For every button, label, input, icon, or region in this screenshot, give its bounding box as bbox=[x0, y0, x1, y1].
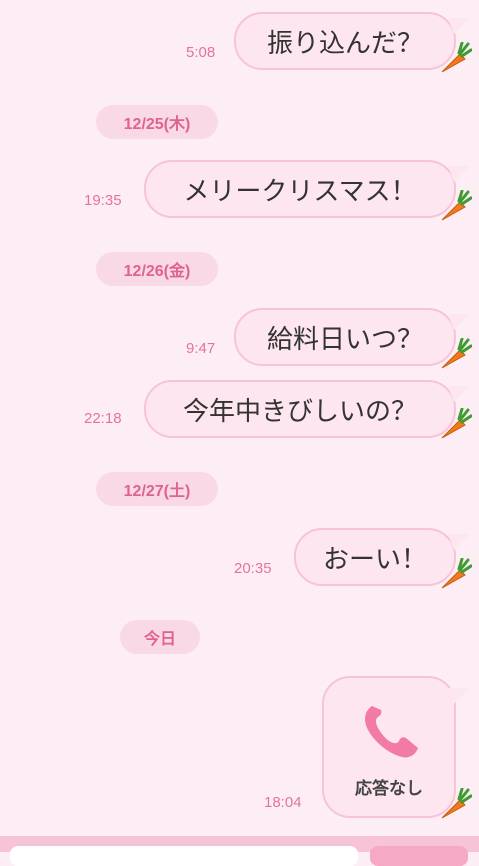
bubble-tail bbox=[448, 314, 470, 330]
carrot-icon bbox=[441, 42, 472, 73]
message-time: 20:35 bbox=[234, 560, 272, 577]
message-time: 19:35 bbox=[84, 192, 122, 209]
message-bubble[interactable]: 給料日いつ？ bbox=[234, 308, 470, 366]
bubble-tail bbox=[448, 386, 470, 402]
message-text: おーい！ bbox=[322, 544, 427, 575]
bubble-tail bbox=[448, 534, 470, 550]
message-text: 振り込んだ？ bbox=[266, 28, 423, 59]
carrot-icon bbox=[441, 408, 472, 439]
carrot-icon bbox=[441, 338, 472, 369]
message-text: メリークリスマス！ bbox=[183, 176, 417, 207]
missed-call-bubble[interactable]: 応答なし bbox=[322, 676, 470, 818]
message-bubble[interactable]: おーい！ bbox=[294, 528, 470, 586]
input-bar bbox=[0, 836, 479, 866]
call-status: 応答なし bbox=[355, 778, 423, 799]
carrot-icon bbox=[441, 190, 472, 221]
date-separator: 12/25(木) bbox=[96, 105, 218, 139]
message-time: 9:47 bbox=[186, 340, 216, 357]
send-button[interactable] bbox=[370, 846, 468, 866]
bubble-tail bbox=[448, 688, 470, 704]
message-time: 22:18 bbox=[84, 410, 122, 427]
message-bubble[interactable]: 今年中きびしいの？ bbox=[144, 380, 470, 438]
carrot-icon bbox=[441, 558, 472, 589]
message-time: 18:04 bbox=[264, 794, 302, 811]
date-separator: 12/26(金) bbox=[96, 252, 218, 286]
carrot-icon bbox=[441, 788, 472, 819]
message-text: 今年中きびしいの？ bbox=[182, 396, 417, 427]
message-text: 給料日いつ？ bbox=[266, 324, 423, 355]
phone-icon bbox=[365, 705, 418, 757]
bubble-tail bbox=[448, 18, 470, 34]
date-separator: 今日 bbox=[120, 620, 200, 654]
message-bubble[interactable]: 振り込んだ？ bbox=[234, 12, 470, 70]
date-separator: 12/27(土) bbox=[96, 472, 218, 506]
message-input[interactable] bbox=[10, 846, 358, 866]
message-bubble[interactable]: メリークリスマス！ bbox=[144, 160, 470, 218]
message-time: 5:08 bbox=[186, 44, 216, 61]
bubble-tail bbox=[448, 166, 470, 182]
